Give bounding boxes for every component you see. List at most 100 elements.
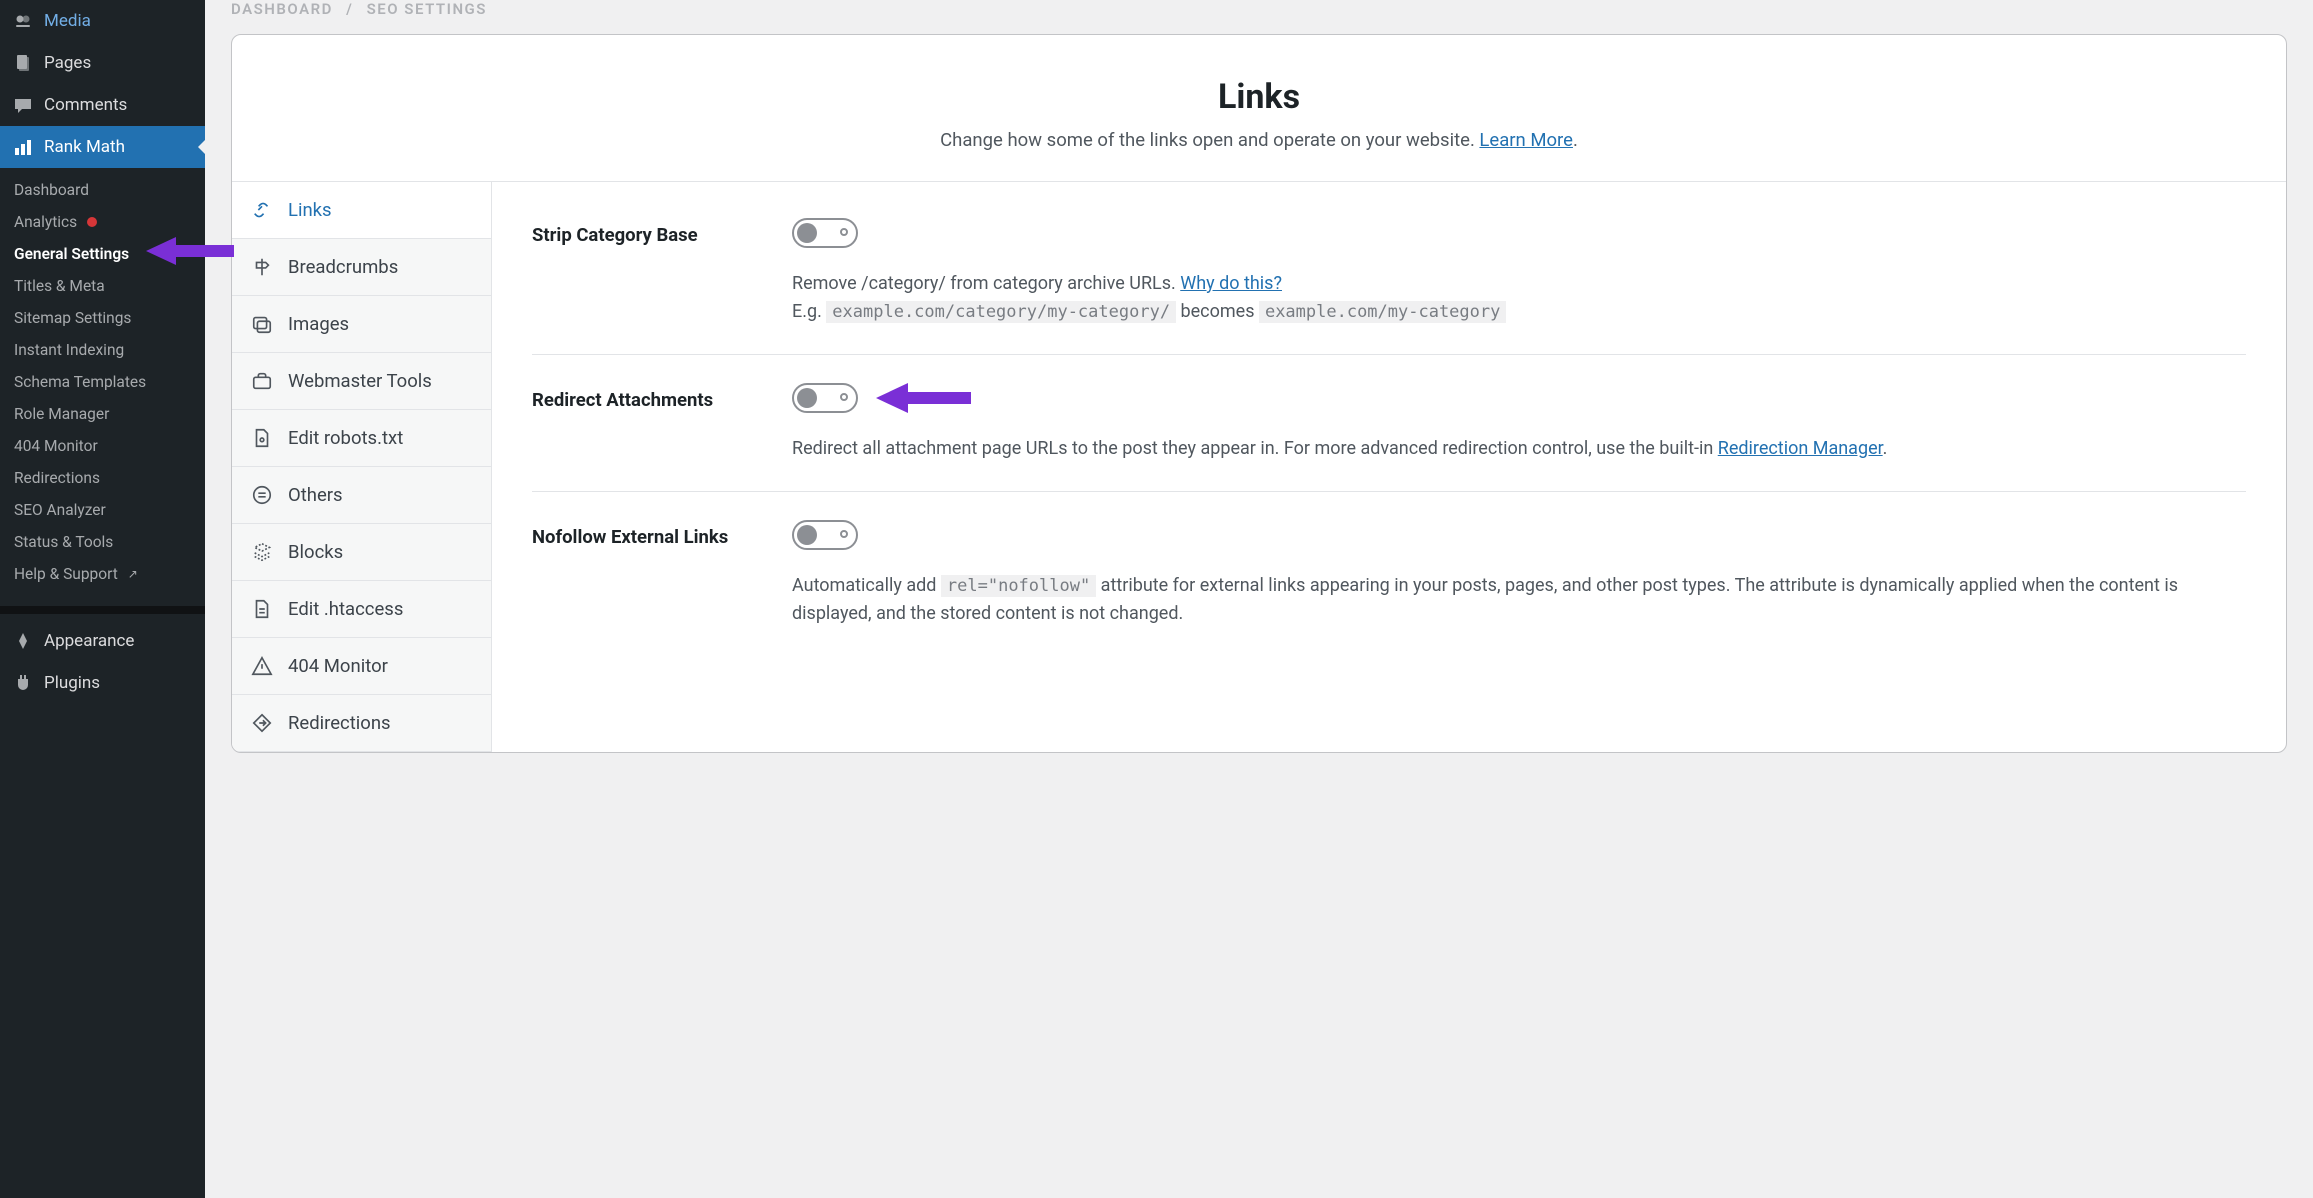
submenu-titles-meta[interactable]: Titles & Meta — [0, 270, 205, 302]
sidebar-item-comments[interactable]: Comments — [0, 84, 205, 126]
external-link-icon: ↗ — [128, 567, 138, 581]
submenu-label: Analytics — [14, 213, 77, 231]
subtitle-text: Change how some of the links open and op… — [940, 129, 1479, 151]
submenu-redirections[interactable]: Redirections — [0, 462, 205, 494]
breadcrumb-part[interactable]: SEO SETTINGS — [367, 0, 487, 18]
sidebar-item-appearance[interactable]: Appearance — [0, 620, 205, 662]
main-content: DASHBOARD / SEO SETTINGS Links Change ho… — [205, 0, 2313, 1198]
setting-body: Remove /category/ from category archive … — [792, 218, 2246, 326]
submenu-label: Redirections — [14, 469, 100, 487]
tab-label: Edit robots.txt — [288, 427, 403, 449]
submenu-label: Help & Support — [14, 565, 118, 583]
tab-images[interactable]: Images — [232, 296, 491, 353]
submenu-status-tools[interactable]: Status & Tools — [0, 526, 205, 558]
comments-icon — [12, 94, 34, 116]
setting-label: Strip Category Base — [532, 218, 762, 326]
submenu-seo-analyzer[interactable]: SEO Analyzer — [0, 494, 205, 526]
toolbox-icon — [250, 369, 274, 393]
why-link[interactable]: Why do this? — [1180, 273, 1282, 294]
pages-icon — [12, 52, 34, 74]
sidebar-item-label: Comments — [44, 95, 127, 115]
annotation-arrow-icon — [876, 379, 971, 417]
tab-breadcrumbs[interactable]: Breadcrumbs — [232, 239, 491, 296]
submenu-label: 404 Monitor — [14, 437, 98, 455]
tab-label: Links — [288, 199, 332, 221]
appearance-icon — [12, 630, 34, 652]
setting-label: Nofollow External Links — [532, 520, 762, 628]
tab-label: Redirections — [288, 712, 391, 734]
submenu-label: Status & Tools — [14, 533, 113, 551]
learn-more-link[interactable]: Learn More — [1479, 129, 1573, 151]
submenu-label: Sitemap Settings — [14, 309, 131, 327]
desc-text: becomes — [1176, 301, 1259, 322]
blocks-icon — [250, 540, 274, 564]
submenu-label: Role Manager — [14, 405, 109, 423]
toggle-hole-icon — [840, 393, 848, 401]
toggle-hole-icon — [840, 530, 848, 538]
submenu-404-monitor[interactable]: 404 Monitor — [0, 430, 205, 462]
toggle-knob-icon — [797, 223, 817, 243]
tab-links[interactable]: Links — [232, 182, 491, 239]
code-sample: example.com/my-category — [1259, 301, 1506, 323]
page-title: Links — [256, 77, 2262, 117]
subtitle-period: . — [1573, 129, 1578, 151]
breadcrumb-part[interactable]: DASHBOARD — [231, 0, 333, 18]
desc-text: Automatically add — [792, 575, 941, 596]
submenu-label: SEO Analyzer — [14, 501, 106, 519]
tab-label: Others — [288, 484, 343, 506]
rank-math-submenu: Dashboard Analytics General Settings Tit… — [0, 168, 205, 600]
setting-label: Redirect Attachments — [532, 383, 762, 463]
warning-icon — [250, 654, 274, 678]
card-header: Links Change how some of the links open … — [232, 35, 2286, 182]
breadcrumb: DASHBOARD / SEO SETTINGS — [231, 0, 2287, 28]
plugins-icon — [12, 672, 34, 694]
sidebar-item-pages[interactable]: Pages — [0, 42, 205, 84]
desc-text: Remove /category/ from category archive … — [792, 273, 1180, 294]
tab-others[interactable]: Others — [232, 467, 491, 524]
tab-404-monitor[interactable]: 404 Monitor — [232, 638, 491, 695]
submenu-role-manager[interactable]: Role Manager — [0, 398, 205, 430]
toggle-redirect-attachments[interactable] — [792, 383, 858, 413]
notif-dot-icon — [87, 217, 97, 227]
sidebar-item-plugins[interactable]: Plugins — [0, 662, 205, 704]
setting-description: Redirect all attachment page URLs to the… — [792, 435, 2246, 463]
card-body: Links Breadcrumbs Images Webmaster Tools… — [232, 182, 2286, 752]
tab-redirections[interactable]: Redirections — [232, 695, 491, 752]
submenu-label: Dashboard — [14, 181, 89, 199]
tab-label: Edit .htaccess — [288, 598, 403, 620]
images-icon — [250, 312, 274, 336]
sidebar-item-label: Plugins — [44, 673, 100, 693]
submenu-sitemap-settings[interactable]: Sitemap Settings — [0, 302, 205, 334]
submenu-help-support[interactable]: Help & Support ↗ — [0, 558, 205, 590]
htaccess-icon — [250, 597, 274, 621]
redirection-manager-link[interactable]: Redirection Manager — [1718, 438, 1883, 459]
desc-text: . — [1883, 438, 1888, 459]
submenu-general-settings[interactable]: General Settings — [0, 238, 205, 270]
file-icon — [250, 426, 274, 450]
breadcrumb-sep: / — [346, 0, 353, 18]
redirect-icon — [250, 711, 274, 735]
desc-text: E.g. — [792, 301, 826, 322]
annotation-arrow-icon — [146, 233, 236, 269]
setting-body: Redirect all attachment page URLs to the… — [792, 383, 2246, 463]
tab-label: Blocks — [288, 541, 343, 563]
submenu-schema-templates[interactable]: Schema Templates — [0, 366, 205, 398]
sidebar-item-label: Media — [44, 11, 91, 31]
setting-description: Remove /category/ from category archive … — [792, 270, 2246, 326]
submenu-instant-indexing[interactable]: Instant Indexing — [0, 334, 205, 366]
submenu-dashboard[interactable]: Dashboard — [0, 174, 205, 206]
rank-math-icon — [12, 136, 34, 158]
sidebar-item-media[interactable]: Media — [0, 0, 205, 42]
tab-webmaster-tools[interactable]: Webmaster Tools — [232, 353, 491, 410]
setting-redirect-attachments: Redirect Attachments Redirect all attach… — [532, 355, 2246, 492]
tab-blocks[interactable]: Blocks — [232, 524, 491, 581]
submenu-label: Titles & Meta — [14, 277, 105, 295]
toggle-nofollow-external[interactable] — [792, 520, 858, 550]
toggle-knob-icon — [797, 525, 817, 545]
sidebar-item-label: Appearance — [44, 631, 134, 651]
sidebar-item-rank-math[interactable]: Rank Math — [0, 126, 205, 168]
tab-edit-htaccess[interactable]: Edit .htaccess — [232, 581, 491, 638]
settings-card: Links Change how some of the links open … — [231, 34, 2287, 753]
tab-edit-robots[interactable]: Edit robots.txt — [232, 410, 491, 467]
toggle-strip-category[interactable] — [792, 218, 858, 248]
